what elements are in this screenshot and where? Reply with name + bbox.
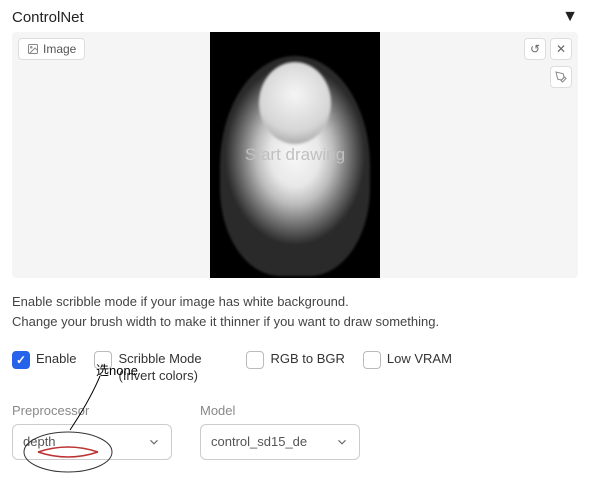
info-line1: Enable scribble mode if your image has w… <box>12 292 578 312</box>
close-icon: ✕ <box>556 42 566 56</box>
preprocessor-select[interactable]: depth <box>12 424 172 460</box>
rgb2bgr-checkbox[interactable] <box>246 351 264 369</box>
rgb2bgr-checkbox-item[interactable]: RGB to BGR <box>246 351 344 369</box>
info-line2: Change your brush width to make it thinn… <box>12 312 578 332</box>
enable-label: Enable <box>36 351 76 368</box>
enable-checkbox[interactable] <box>12 351 30 369</box>
scribble-checkbox[interactable] <box>94 351 112 369</box>
chevron-down-icon <box>147 435 161 449</box>
preprocessor-field: Preprocessor depth <box>12 403 172 460</box>
rgb2bgr-label: RGB to BGR <box>270 351 344 368</box>
model-label: Model <box>200 403 360 418</box>
image-canvas[interactable]: Image Start drawing ↺ ✕ <box>12 32 578 278</box>
depth-preview-image <box>210 32 380 278</box>
controlnet-panel: ControlNet ▼ Image Start drawing ↺ ✕ Ena… <box>0 0 590 468</box>
panel-header: ControlNet ▼ <box>12 8 578 26</box>
fields-row: Preprocessor depth Model control_sd15_de <box>12 403 578 460</box>
brush-button[interactable] <box>550 66 572 88</box>
preprocessor-label: Preprocessor <box>12 403 172 418</box>
image-tab[interactable]: Image <box>18 38 85 60</box>
model-field: Model control_sd15_de <box>200 403 360 460</box>
model-select[interactable]: control_sd15_de <box>200 424 360 460</box>
preprocessor-value: depth <box>23 434 56 449</box>
panel-title: ControlNet <box>12 9 84 26</box>
model-value: control_sd15_de <box>211 434 307 449</box>
lowvram-checkbox[interactable] <box>363 351 381 369</box>
scribble-label: Scribble Mode (Invert colors) <box>118 351 228 385</box>
scribble-checkbox-item[interactable]: Scribble Mode (Invert colors) <box>94 351 228 385</box>
chevron-down-icon <box>335 435 349 449</box>
collapse-toggle-icon[interactable]: ▼ <box>562 8 578 26</box>
info-text: Enable scribble mode if your image has w… <box>12 292 578 331</box>
lowvram-checkbox-item[interactable]: Low VRAM <box>363 351 452 369</box>
options-row: Enable Scribble Mode (Invert colors) RGB… <box>12 351 578 385</box>
undo-button[interactable]: ↺ <box>524 38 546 60</box>
lowvram-label: Low VRAM <box>387 351 452 368</box>
enable-checkbox-item[interactable]: Enable <box>12 351 76 369</box>
image-tab-label: Image <box>43 42 76 56</box>
undo-icon: ↺ <box>530 42 540 56</box>
brush-icon <box>555 71 567 83</box>
clear-button[interactable]: ✕ <box>550 38 572 60</box>
image-icon <box>27 43 39 55</box>
